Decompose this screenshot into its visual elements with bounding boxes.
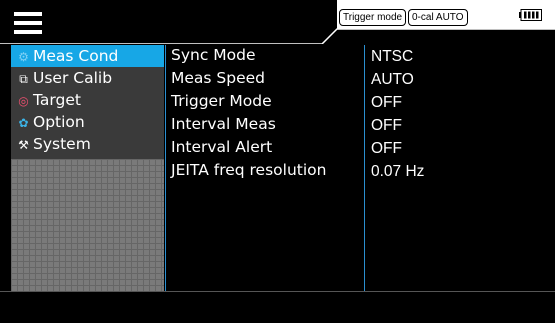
setting-label: JEITA freq resolution [171, 161, 327, 179]
setting-row-sync-mode[interactable]: Sync Mode NTSC [165, 45, 555, 68]
setting-value: OFF [371, 94, 402, 111]
calibration-icon: ⧉ [19, 72, 28, 86]
setting-row-interval-alert[interactable]: Interval Alert OFF [165, 137, 555, 160]
setting-value: OFF [371, 140, 402, 157]
setting-value: AUTO [371, 71, 414, 88]
setting-row-trigger-mode[interactable]: Trigger Mode OFF [165, 91, 555, 114]
top-bar-outline [0, 0, 555, 44]
option-gear-icon: ✿ [18, 116, 29, 130]
sidebar-item-meas-cond[interactable]: ⚙ Meas Cond [11, 45, 164, 67]
setting-label: Interval Meas [171, 115, 276, 133]
setting-label: Meas Speed [171, 69, 265, 87]
top-bar: Trigger mode 0-cal AUTO [0, 0, 555, 44]
sidebar-item-label: Option [33, 113, 85, 131]
sidebar-item-label: User Calib [33, 69, 113, 87]
hamburger-icon[interactable] [14, 12, 42, 34]
setting-value: NTSC [371, 48, 414, 65]
tools-icon: ⚒ [18, 138, 29, 152]
sidebar-item-option[interactable]: ✿ Option [11, 111, 164, 133]
settings-panel: Sync Mode NTSC Meas Speed AUTO Trigger M… [165, 45, 555, 291]
setting-row-interval-meas[interactable]: Interval Meas OFF [165, 114, 555, 137]
setting-label: Sync Mode [171, 46, 256, 64]
footer-bar [0, 292, 555, 323]
setting-label: Interval Alert [171, 138, 273, 156]
gear-icon: ⚙ [18, 50, 29, 64]
target-icon: ◎ [18, 94, 29, 108]
trigger-mode-badge: Trigger mode [339, 9, 407, 26]
sidebar-item-target[interactable]: ◎ Target [11, 89, 164, 111]
sidebar-item-user-calib[interactable]: ⧉ User Calib [11, 67, 164, 89]
setting-row-meas-speed[interactable]: Meas Speed AUTO [165, 68, 555, 91]
sidebar-item-label: System [33, 135, 91, 153]
sidebar-item-label: Target [33, 91, 81, 109]
zero-cal-badge: 0-cal AUTO [408, 9, 468, 26]
setting-label: Trigger Mode [171, 92, 272, 110]
setting-value: OFF [371, 117, 402, 134]
sidebar: ⚙ Meas Cond ⧉ User Calib ◎ Target ✿ Option ⚒… [11, 45, 164, 291]
sidebar-nav: ⚙ Meas Cond ⧉ User Calib ◎ Target ✿ Option ⚒… [11, 45, 164, 159]
battery-icon [519, 9, 542, 21]
sidebar-item-system[interactable]: ⚒ System [11, 133, 164, 155]
setting-value: 0.07 Hz [371, 163, 425, 180]
setting-row-jeita-freq-resolution[interactable]: JEITA freq resolution 0.07 Hz [165, 160, 555, 183]
sidebar-item-label: Meas Cond [33, 47, 119, 65]
